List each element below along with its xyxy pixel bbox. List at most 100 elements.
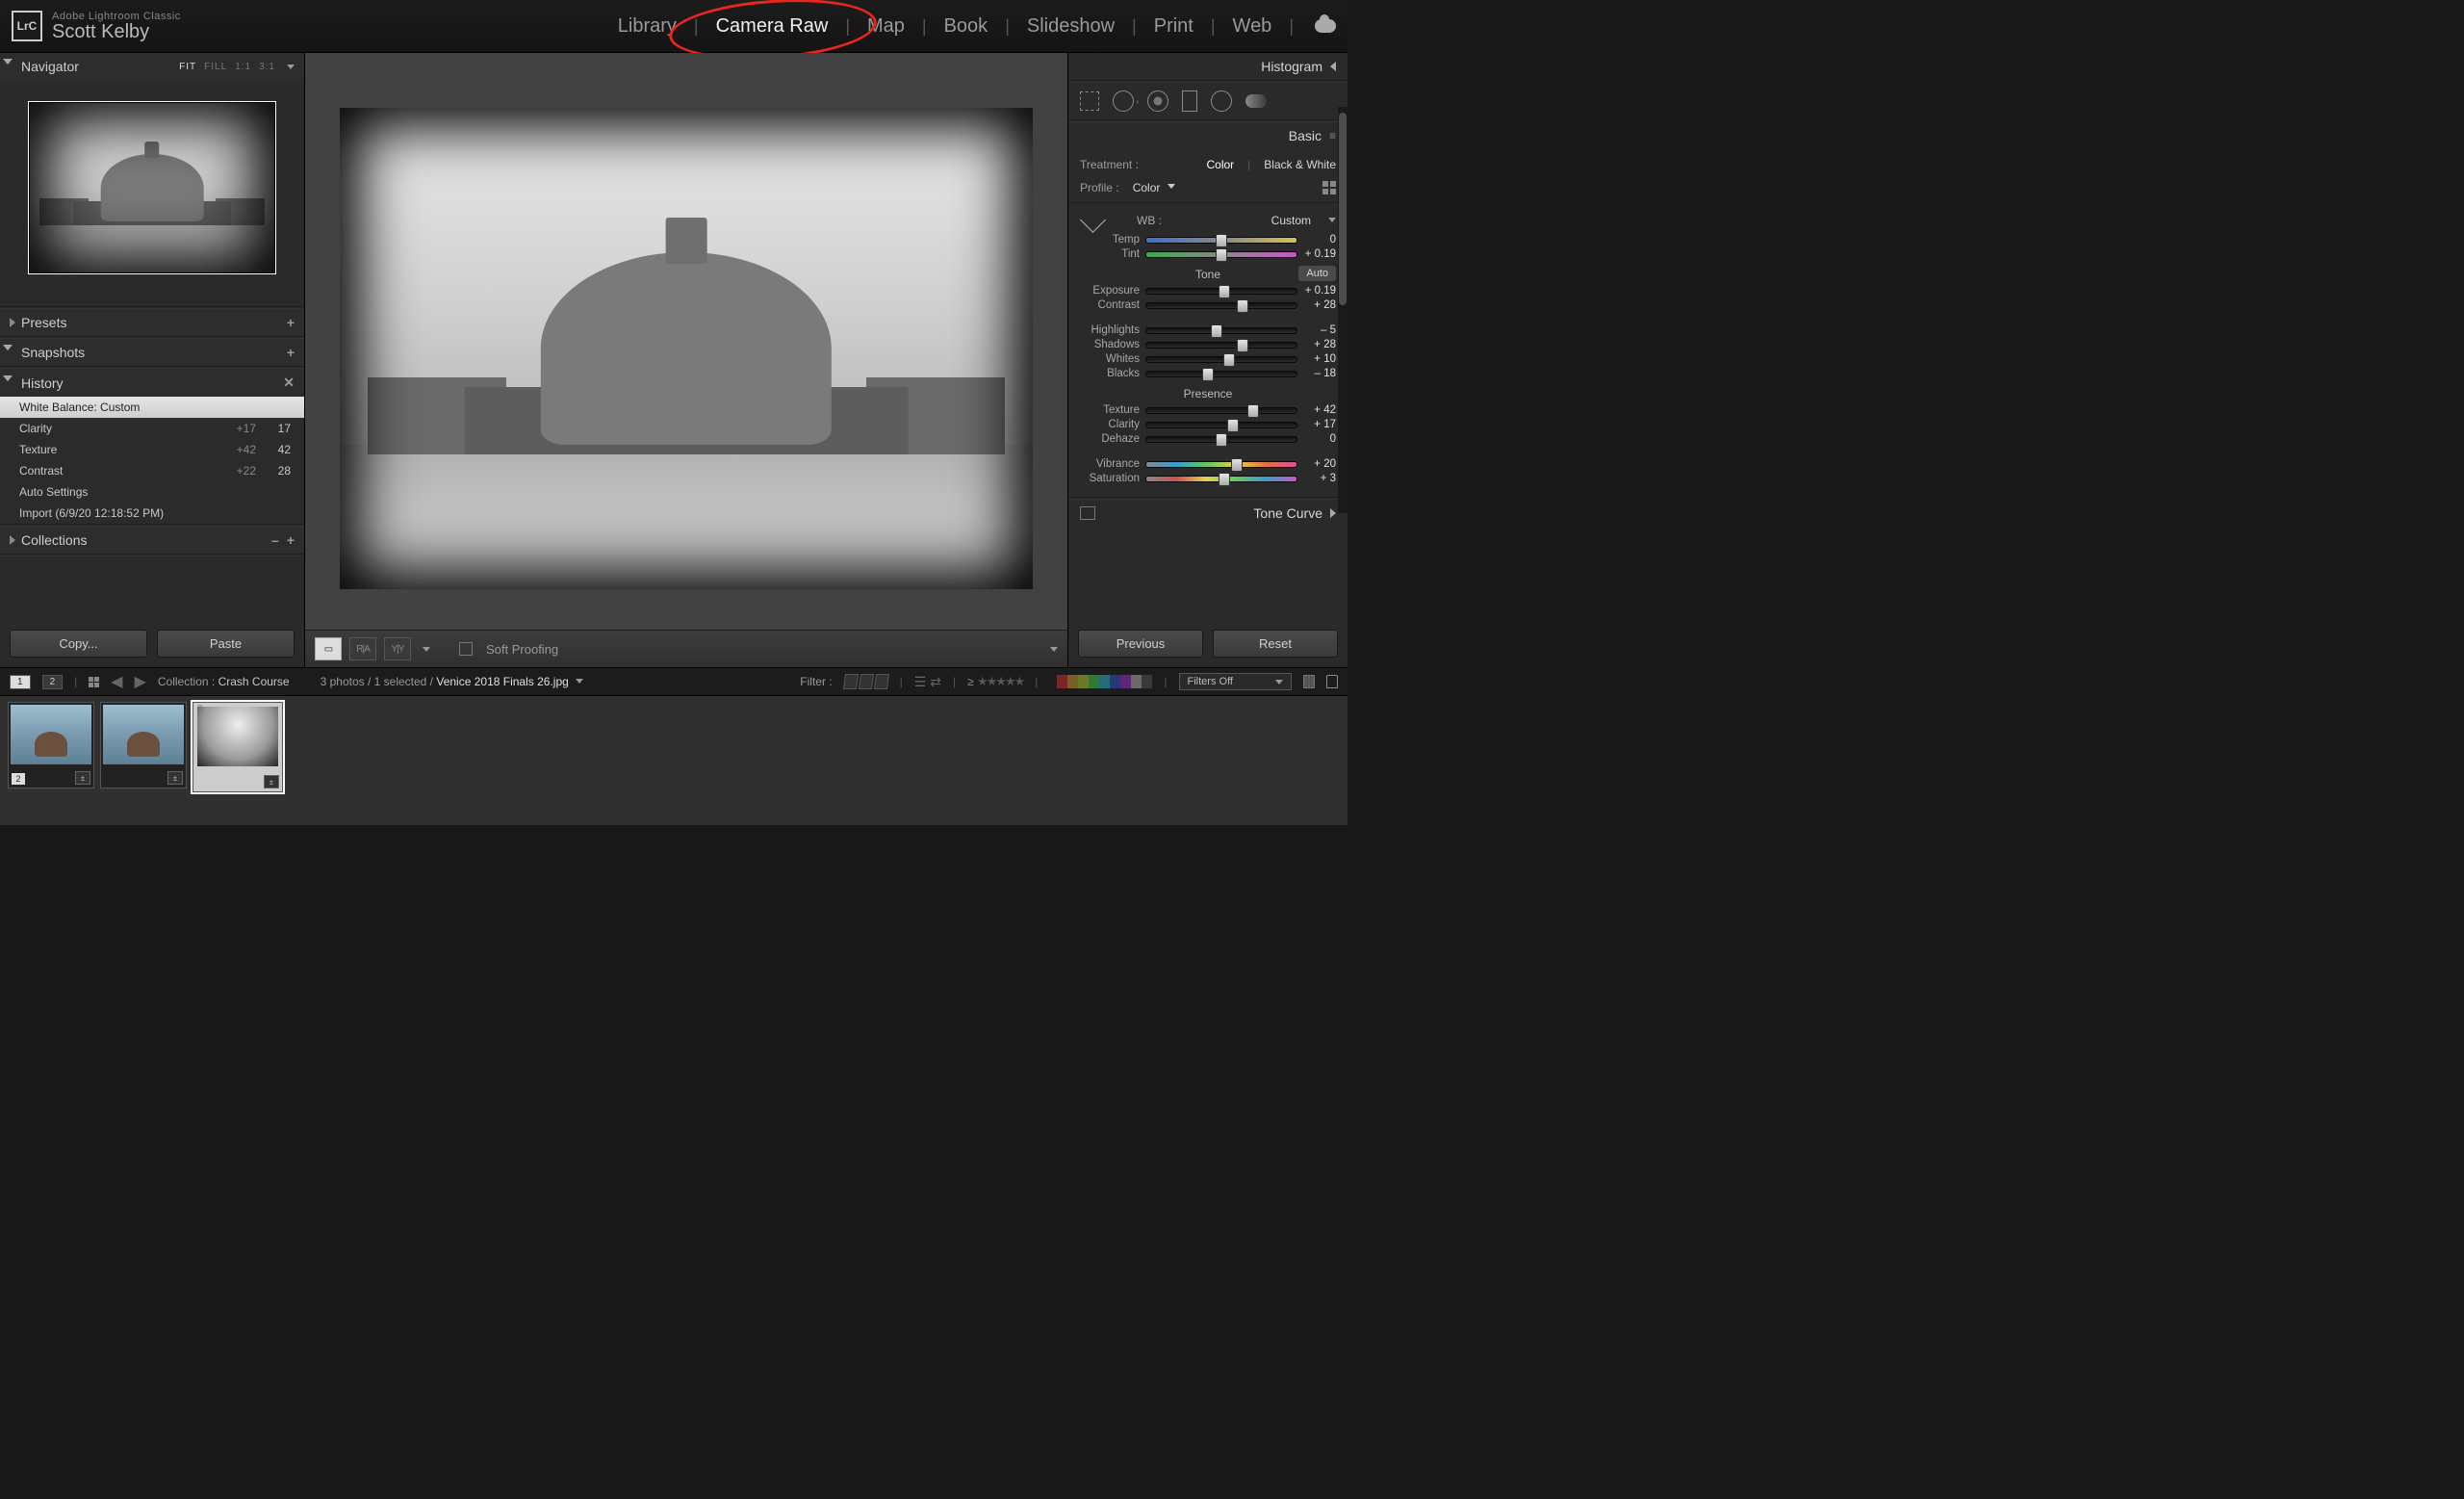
adjustment-brush-tool-icon[interactable] bbox=[1245, 94, 1267, 108]
color-swatch[interactable] bbox=[1089, 675, 1099, 688]
slider-thumb-icon[interactable] bbox=[1211, 324, 1222, 338]
before-after-yy-button[interactable]: Y|Y bbox=[384, 637, 411, 660]
history-row[interactable]: Texture +42 42 bbox=[0, 439, 304, 460]
attribute-filter-icons[interactable]: ☰ ⇄ bbox=[914, 674, 941, 690]
view-mode-dropdown-icon[interactable] bbox=[423, 647, 430, 652]
nav-zoom-dropdown-icon[interactable] bbox=[287, 65, 295, 69]
filters-off-dropdown[interactable]: Filters Off bbox=[1179, 673, 1292, 690]
image-canvas[interactable] bbox=[305, 53, 1067, 630]
right-panel-scrollbar[interactable] bbox=[1338, 107, 1348, 513]
module-print[interactable]: Print bbox=[1152, 12, 1195, 41]
monitor-1-button[interactable]: 1 bbox=[10, 675, 31, 689]
nav-1to1-button[interactable]: 1:1 bbox=[235, 62, 251, 72]
crop-tool-icon[interactable] bbox=[1080, 91, 1099, 111]
blacks-slider[interactable]: Blacks – 18 bbox=[1080, 368, 1336, 379]
soft-proofing-checkbox[interactable] bbox=[459, 642, 473, 656]
module-slideshow[interactable]: Slideshow bbox=[1025, 12, 1116, 41]
collections-header[interactable]: Collections – + bbox=[0, 527, 304, 554]
redeye-tool-icon[interactable] bbox=[1147, 90, 1168, 112]
reset-button[interactable]: Reset bbox=[1213, 630, 1338, 658]
presets-header[interactable]: Presets + bbox=[0, 309, 304, 336]
flag-filter-icons[interactable] bbox=[844, 674, 888, 689]
snapshots-header[interactable]: Snapshots + bbox=[0, 339, 304, 366]
treatment-color-button[interactable]: Color bbox=[1206, 158, 1234, 171]
profile-browser-icon[interactable] bbox=[1322, 181, 1336, 194]
module-web[interactable]: Web bbox=[1231, 12, 1274, 41]
nav-3to1-button[interactable]: 3:1 bbox=[259, 62, 275, 72]
breadcrumb[interactable]: Collection : Crash Course bbox=[158, 675, 290, 688]
clear-history-button[interactable]: ✕ bbox=[283, 375, 295, 391]
add-collection-button[interactable]: + bbox=[287, 532, 295, 548]
filter-switch-icon[interactable] bbox=[1303, 675, 1315, 688]
loupe-view-button[interactable]: ▭ bbox=[315, 637, 342, 660]
navigator-header[interactable]: Navigator FIT FILL 1:1 3:1 bbox=[0, 53, 304, 80]
module-library[interactable]: Library bbox=[616, 12, 679, 41]
previous-photo-button[interactable]: ◀ bbox=[111, 672, 122, 691]
breadcrumb-dropdown-icon[interactable] bbox=[576, 679, 583, 684]
texture-slider[interactable]: Texture + 42 bbox=[1080, 404, 1336, 416]
color-swatch[interactable] bbox=[1099, 675, 1110, 688]
slider-thumb-icon[interactable] bbox=[1216, 234, 1227, 247]
filmstrip[interactable]: 1 2 ±2 ±3 ± bbox=[0, 695, 1348, 825]
exposure-track[interactable] bbox=[1145, 288, 1297, 295]
tint-slider[interactable]: Tint + 0.19 bbox=[1080, 248, 1336, 260]
slider-thumb-icon[interactable] bbox=[1219, 473, 1230, 486]
history-row[interactable]: White Balance: Custom bbox=[0, 397, 304, 418]
history-row[interactable]: Contrast +22 28 bbox=[0, 460, 304, 481]
remove-collection-button[interactable]: – bbox=[271, 532, 279, 548]
texture-track[interactable] bbox=[1145, 407, 1297, 414]
highlights-slider[interactable]: Highlights – 5 bbox=[1080, 324, 1336, 336]
module-camera-raw[interactable]: Camera Raw bbox=[714, 12, 831, 41]
color-swatch[interactable] bbox=[1131, 675, 1142, 688]
slider-thumb-icon[interactable] bbox=[1202, 368, 1214, 381]
previous-button[interactable]: Previous bbox=[1078, 630, 1203, 658]
rating-filter[interactable]: ≥ ★★★★★ bbox=[967, 674, 1023, 689]
saturation-track[interactable] bbox=[1145, 476, 1297, 482]
module-map[interactable]: Map bbox=[865, 12, 907, 41]
auto-tone-button[interactable]: Auto bbox=[1298, 266, 1336, 281]
histogram-header[interactable]: Histogram bbox=[1068, 53, 1348, 80]
vibrance-track[interactable] bbox=[1145, 461, 1297, 468]
color-label-filter[interactable] bbox=[1057, 675, 1152, 688]
slider-thumb-icon[interactable] bbox=[1227, 419, 1239, 432]
shadows-track[interactable] bbox=[1145, 342, 1297, 349]
saturation-slider[interactable]: Saturation + 3 bbox=[1080, 473, 1336, 484]
color-swatch[interactable] bbox=[1078, 675, 1089, 688]
slider-thumb-icon[interactable] bbox=[1247, 404, 1259, 418]
history-row[interactable]: Import (6/9/20 12:18:52 PM) bbox=[0, 503, 304, 524]
history-row[interactable]: Auto Settings bbox=[0, 481, 304, 503]
panel-switch-icon[interactable] bbox=[1080, 506, 1095, 520]
filmstrip-thumbnail[interactable]: 2 ± bbox=[100, 702, 187, 788]
treatment-bw-button[interactable]: Black & White bbox=[1264, 158, 1336, 171]
dehaze-slider[interactable]: Dehaze 0 bbox=[1080, 433, 1336, 445]
module-book[interactable]: Book bbox=[942, 12, 990, 41]
slider-thumb-icon[interactable] bbox=[1216, 248, 1227, 262]
clarity-track[interactable] bbox=[1145, 422, 1297, 428]
contrast-track[interactable] bbox=[1145, 302, 1297, 309]
toolbar-options-dropdown-icon[interactable] bbox=[1050, 647, 1058, 652]
temp-track[interactable] bbox=[1145, 237, 1297, 244]
history-header[interactable]: History ✕ bbox=[0, 369, 304, 397]
white-balance-dropper-icon[interactable] bbox=[1080, 207, 1106, 233]
dehaze-track[interactable] bbox=[1145, 436, 1297, 443]
history-row[interactable]: Clarity +17 17 bbox=[0, 418, 304, 439]
color-swatch[interactable] bbox=[1057, 675, 1067, 688]
slider-thumb-icon[interactable] bbox=[1237, 339, 1248, 352]
tint-track[interactable] bbox=[1145, 251, 1297, 258]
profile-dropdown[interactable]: Color bbox=[1133, 181, 1175, 194]
color-swatch[interactable] bbox=[1142, 675, 1152, 688]
before-after-ra-button[interactable]: R|A bbox=[349, 637, 376, 660]
grid-view-icon[interactable] bbox=[89, 677, 99, 687]
filmstrip-thumbnail[interactable]: 3 ± bbox=[192, 702, 283, 792]
contrast-slider[interactable]: Contrast + 28 bbox=[1080, 299, 1336, 311]
shadows-slider[interactable]: Shadows + 28 bbox=[1080, 339, 1336, 350]
add-snapshot-button[interactable]: + bbox=[287, 345, 295, 360]
radial-filter-tool-icon[interactable] bbox=[1211, 90, 1232, 112]
monitor-2-button[interactable]: 2 bbox=[42, 675, 64, 689]
copy-settings-button[interactable]: Copy... bbox=[10, 630, 147, 658]
nav-fill-button[interactable]: FILL bbox=[204, 62, 227, 72]
clarity-slider[interactable]: Clarity + 17 bbox=[1080, 419, 1336, 430]
panel-menu-icon[interactable]: ≡ bbox=[1329, 129, 1336, 142]
slider-thumb-icon[interactable] bbox=[1237, 299, 1248, 313]
spot-removal-tool-icon[interactable]: › bbox=[1113, 90, 1134, 112]
